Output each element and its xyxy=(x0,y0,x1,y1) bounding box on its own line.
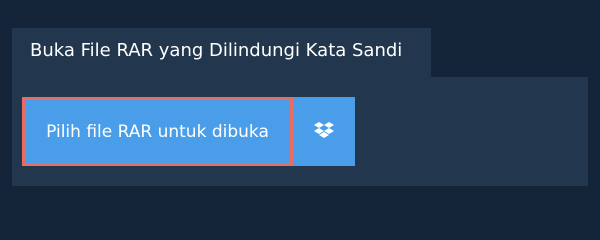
choose-rar-file-button[interactable]: Pilih file RAR untuk dibuka xyxy=(22,97,293,166)
choose-rar-file-label: Pilih file RAR untuk dibuka xyxy=(46,121,269,142)
dropbox-button[interactable] xyxy=(293,97,355,166)
upload-button-group: Pilih file RAR untuk dibuka xyxy=(22,97,355,166)
tab-title: Buka File RAR yang Dilindungi Kata Sandi xyxy=(30,40,403,61)
dropbox-icon xyxy=(313,121,335,142)
tab-header: Buka File RAR yang Dilindungi Kata Sandi xyxy=(12,28,431,77)
